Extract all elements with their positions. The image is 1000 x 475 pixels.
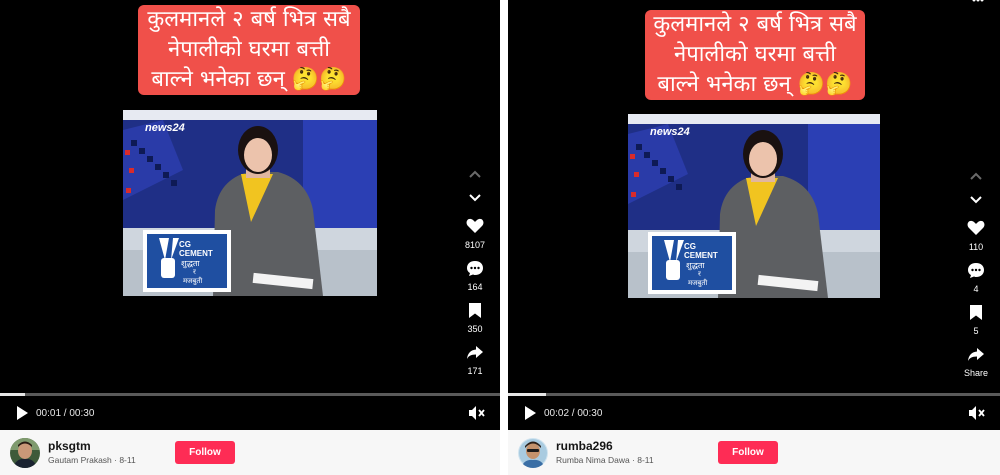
progress-fill: [508, 393, 546, 396]
play-icon[interactable]: [14, 405, 30, 421]
author-bar: pksgtm Gautam Prakash · 8-11 Follow: [0, 430, 500, 475]
username[interactable]: rumba296: [556, 439, 671, 454]
podium-text: र: [193, 268, 196, 276]
podium-text: मजबुती: [183, 277, 203, 285]
more-icon[interactable]: [972, 0, 984, 4]
video-post-left: कुलमानले २ बर्ष भित्र सबै नेपालीको घरमा …: [0, 0, 500, 475]
podium-text: शुद्धता: [181, 259, 200, 268]
bookmark-icon[interactable]: [962, 300, 990, 324]
author-bar: rumba296 Rumba Nima Dawa · 8-11 Follow: [508, 430, 1000, 475]
podium-text: शुद्धता: [686, 261, 705, 270]
caption-overlay: कुलमानले २ बर्ष भित्र सबै नेपालीको घरमा …: [645, 10, 865, 100]
caption-line: नेपालीको घरमा बत्ती: [168, 37, 330, 62]
podium-logo: CG CEMENT: [179, 240, 213, 258]
share-count: 171: [467, 366, 483, 376]
display-name-date: Gautam Prakash · 8-11: [48, 455, 136, 465]
chevron-down-icon[interactable]: [962, 188, 990, 212]
share-icon[interactable]: [962, 342, 990, 366]
progress-bar[interactable]: [508, 393, 1000, 396]
video-player[interactable]: कुलमानले २ बर्ष भित्र सबै नेपालीको घरमा …: [0, 0, 500, 430]
caption-line: कुलमानले २ बर्ष भित्र सबै: [147, 7, 351, 32]
username[interactable]: pksgtm: [48, 439, 163, 454]
timecode: 00:01 / 00:30: [36, 407, 95, 419]
caption-line: बाल्ने भनेका छन् 🤔🤔: [151, 67, 347, 92]
video-player[interactable]: कुलमानले २ बर्ष भित्र सबै नेपालीको घरमा …: [508, 0, 1000, 430]
channel-logo: news24: [650, 126, 690, 138]
follow-button[interactable]: Follow: [718, 441, 778, 464]
like-count: 110: [968, 242, 984, 252]
caption-line: नेपालीको घरमा बत्ती: [674, 42, 836, 67]
avatar[interactable]: [518, 437, 548, 468]
comment-count: 164: [467, 282, 483, 292]
share-icon[interactable]: [461, 340, 489, 364]
panel-divider: [500, 0, 508, 475]
comment-icon[interactable]: [962, 258, 990, 282]
video-thumbnail: news24 CG CEMENT शुद्धता र मजबुती: [123, 110, 377, 296]
video-thumbnail: news24 CG CEMENT शुद्धता र मजबुती: [628, 114, 880, 298]
caption-line: बाल्ने भनेका छन् 🤔🤔: [657, 72, 853, 97]
follow-button[interactable]: Follow: [175, 441, 235, 464]
player-controls: 00:01 / 00:30: [14, 400, 94, 426]
action-rail: 8107 164 350 171: [455, 162, 495, 378]
save-count: 5: [973, 326, 979, 336]
caption-line: कुलमानले २ बर्ष भित्र सबै: [653, 12, 857, 37]
comment-count: 4: [973, 284, 979, 294]
display-name-date: Rumba Nima Dawa · 8-11: [556, 455, 654, 465]
caption-overlay: कुलमानले २ बर्ष भित्र सबै नेपालीको घरमा …: [138, 5, 360, 95]
play-icon[interactable]: [522, 405, 538, 421]
action-rail: 110 4 5 Share: [956, 164, 996, 380]
heart-icon[interactable]: [461, 214, 489, 238]
like-count: 8107: [464, 240, 486, 250]
mute-icon[interactable]: [468, 405, 486, 421]
mute-icon[interactable]: [968, 405, 986, 421]
chevron-down-icon[interactable]: [461, 186, 489, 210]
heart-icon[interactable]: [962, 216, 990, 240]
share-label: Share: [963, 368, 989, 378]
bookmark-icon[interactable]: [461, 298, 489, 322]
progress-fill: [0, 393, 25, 396]
chevron-up-icon[interactable]: [962, 164, 990, 188]
save-count: 350: [467, 324, 483, 334]
chevron-up-icon[interactable]: [461, 162, 489, 186]
player-controls: 00:02 / 00:30: [522, 400, 602, 426]
podium-text: र: [698, 270, 701, 278]
podium-logo: CG CEMENT: [684, 242, 718, 260]
podium-text: मजबुती: [688, 279, 708, 287]
timecode: 00:02 / 00:30: [544, 407, 603, 419]
video-post-right: कुलमानले २ बर्ष भित्र सबै नेपालीको घरमा …: [508, 0, 1000, 475]
channel-logo: news24: [145, 122, 185, 134]
comment-icon[interactable]: [461, 256, 489, 280]
avatar[interactable]: [10, 437, 40, 468]
progress-bar[interactable]: [0, 393, 500, 396]
